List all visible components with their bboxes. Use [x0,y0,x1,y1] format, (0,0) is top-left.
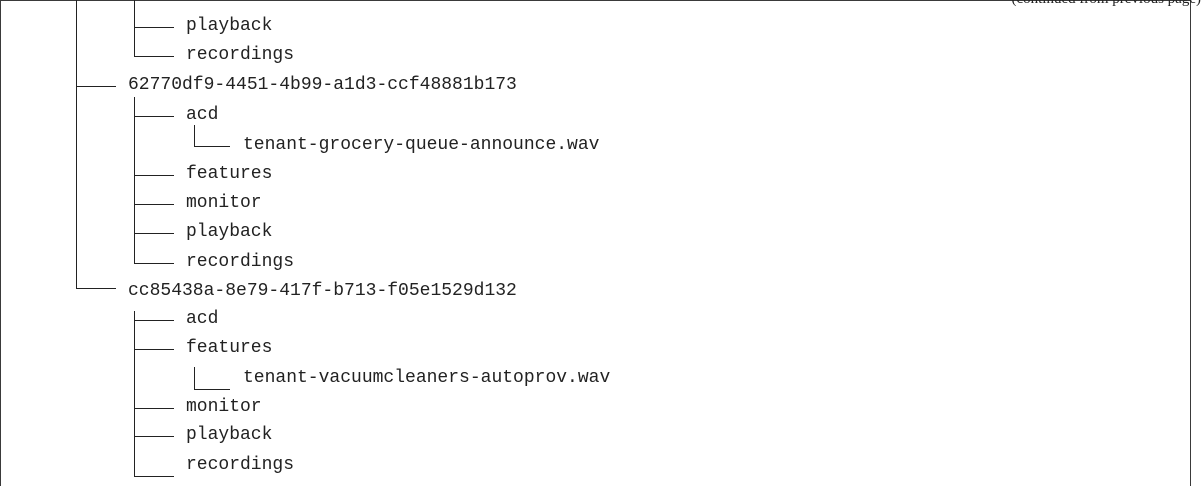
connector [134,204,174,205]
connector [134,436,174,437]
tree-node-acd: acd [186,309,219,329]
connector [134,175,174,176]
tree-node-monitor: monitor [186,193,262,213]
tree-node-features: features [186,164,273,184]
tree-node-acd: acd [186,105,219,125]
tree-node-monitor: monitor [186,397,262,417]
connector [134,56,174,57]
connector [194,146,230,147]
tree-node-recordings: recordings [186,252,295,272]
connector [134,263,174,264]
tree-node-tenant-dir: 62770df9-4451-4b99-a1d3-ccf48881b173 [128,75,517,95]
tree-node-wav-file: tenant-grocery-queue-announce.wav [243,135,600,155]
tree-guide-level1-bottom [134,311,135,477]
tree-node-features: features [186,338,273,358]
connector [76,86,116,87]
connector [76,288,116,289]
connector [134,27,174,28]
tree-node-playback: playback [186,425,273,445]
tree-guide-level1-mid [134,97,135,263]
connector [134,408,174,409]
code-block-frame [0,0,1191,486]
connector [134,476,174,477]
connector [194,389,230,390]
tree-node-tenant-dir: cc85438a-8e79-417f-b713-f05e1529d132 [128,281,517,301]
tree-node-recordings: recordings [186,45,295,65]
connector [134,116,174,117]
tree-guide-level0 [76,0,77,288]
tree-guide-level2-b [194,367,195,389]
tree-node-playback: playback [186,16,273,36]
connector [134,349,174,350]
connector [134,320,174,321]
connector [134,233,174,234]
tree-guide-level2-a [194,125,195,147]
continuation-caption: (continued from previous page) [1011,0,1201,8]
tree-node-playback: playback [186,222,273,242]
tree-node-wav-file: tenant-vacuumcleaners-autoprov.wav [243,368,611,388]
tree-guide-level1-top [134,0,135,56]
tree-node-recordings: recordings [186,455,295,475]
